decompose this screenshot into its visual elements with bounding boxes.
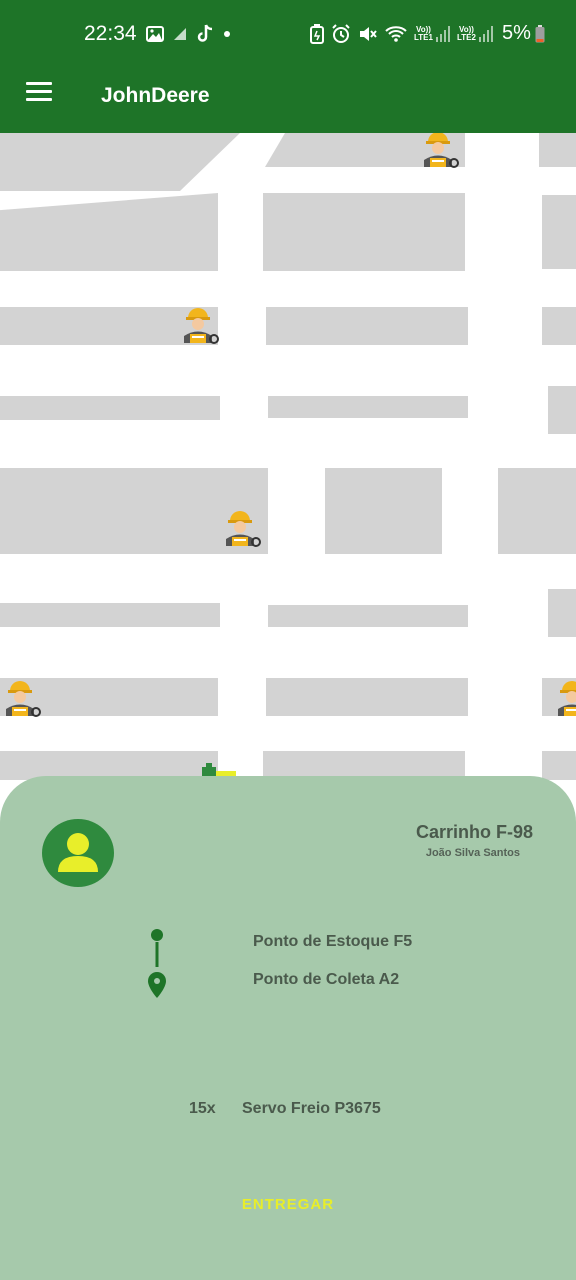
- mechanic-worker-icon[interactable]: [550, 676, 576, 720]
- map-block: [539, 133, 576, 167]
- map-block: [268, 605, 468, 627]
- signal-bars-icon: [435, 26, 450, 42]
- battery-saver-icon: [310, 24, 324, 44]
- item-quantity: 15x: [189, 1100, 216, 1117]
- vehicle-name: Carrinho F-98: [415, 822, 533, 842]
- status-time: 22:34: [84, 22, 137, 45]
- system-icons: Vo)) LTE1 Vo)) LTE2: [310, 24, 493, 44]
- map-block: [325, 468, 442, 554]
- hamburger-menu-icon: [26, 82, 52, 85]
- battery-icon: [535, 24, 545, 42]
- lte1-label: LTE1: [414, 33, 433, 42]
- map-block: [0, 193, 218, 271]
- deliver-button[interactable]: ENTREGAR: [213, 1190, 363, 1220]
- map-block: [268, 396, 468, 418]
- notification-icons: [146, 24, 232, 44]
- map-block: [542, 751, 576, 780]
- mute-icon: [360, 27, 377, 41]
- map-view[interactable]: [0, 133, 576, 780]
- map-block: [542, 195, 576, 269]
- battery-indicator: 5%: [502, 22, 545, 45]
- user-icon: [58, 833, 98, 872]
- mechanic-worker-icon[interactable]: [0, 676, 42, 720]
- mechanic-worker-icon[interactable]: [416, 133, 460, 171]
- map-block: [0, 133, 240, 191]
- menu-button[interactable]: [22, 80, 58, 116]
- map-block: [266, 678, 468, 716]
- battery-percent: 5%: [502, 22, 531, 44]
- map-block: [498, 468, 576, 554]
- signal-sweep-icon: [174, 28, 186, 40]
- map-block: [263, 193, 465, 271]
- mechanic-worker-icon[interactable]: [176, 303, 220, 347]
- item-name: Servo Freio P3675: [242, 1100, 381, 1117]
- map-block: [542, 307, 576, 345]
- map-block: [548, 386, 576, 434]
- map-block: [0, 603, 220, 627]
- map-block: [266, 307, 468, 345]
- alarm-icon: [332, 24, 350, 43]
- wifi-icon: [385, 26, 407, 42]
- lte2-label: LTE2: [456, 33, 476, 42]
- tiktok-icon: [197, 24, 213, 42]
- lte1-indicator: Vo)) LTE1: [414, 26, 450, 42]
- origin-label: Ponto de Estoque F5: [253, 933, 413, 950]
- status-bar: 22:34 Vo)) LTE1 Vo)) LTE2 5%: [0, 0, 576, 68]
- route-icon: [148, 929, 166, 998]
- map-block: [0, 396, 220, 420]
- gallery-icon: [146, 26, 164, 42]
- map-block: [548, 589, 576, 637]
- driver-name: João Silva Santos: [425, 847, 520, 859]
- lte2-indicator: Vo)) LTE2: [457, 26, 493, 42]
- signal-bars-icon: [478, 26, 493, 42]
- mechanic-worker-icon[interactable]: [218, 506, 262, 550]
- app-title: JohnDeere: [101, 84, 210, 107]
- dot-icon: [224, 31, 230, 37]
- avatar: [42, 819, 114, 887]
- delivery-bottom-sheet: Carrinho F-98 João Silva Santos Ponto de…: [0, 776, 576, 1280]
- app-bar: JohnDeere: [0, 68, 576, 133]
- destination-label: Ponto de Coleta A2: [253, 971, 400, 988]
